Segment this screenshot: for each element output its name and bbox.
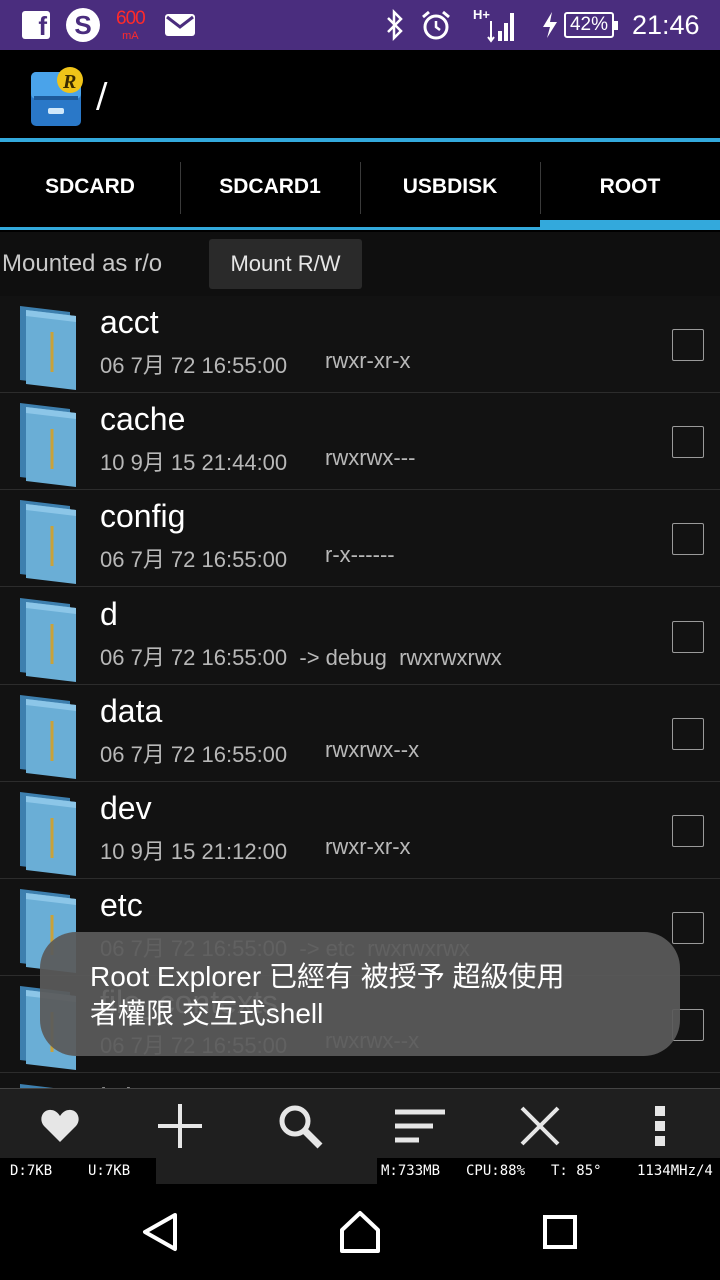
current-unit: mA [122,30,139,42]
file-date-text: 06 7月 72 16:55:00 [100,547,288,573]
file-select-checkbox[interactable] [672,620,704,653]
signal-icon: H+ [472,0,516,50]
search-icon[interactable] [260,1095,340,1157]
file-permissions: rwxr-xr-x [325,834,411,859]
file-name: cache [100,401,186,438]
toast-line-2: 者權限 交互式shell [90,998,324,1029]
file-select-checkbox[interactable] [672,912,704,945]
file-select-checkbox[interactable] [672,717,704,750]
memory-stat: M:733MB [381,1163,441,1179]
file-row[interactable]: acct 06 7月 72 16:55:00 rwxr-xr-x [0,296,720,393]
file-perm-spacer [387,645,399,670]
back-icon[interactable] [120,1206,200,1258]
charging-icon [540,0,560,50]
frequency-stat: 1134MHz/4 [637,1163,713,1179]
app-toolbar: R / [0,50,720,142]
close-icon[interactable] [500,1095,580,1157]
folder-icon [20,403,76,488]
download-stat: D:7KB [10,1163,53,1179]
file-row[interactable]: cache 10 9月 15 21:44:00 rwxrwx--- [0,393,720,491]
tab-sdcard[interactable]: SDCARD [0,146,180,227]
network-type-label: H+ [473,7,490,22]
file-date: 06 7月 72 16:55:00 [100,737,287,769]
file-permissions: rwxrwx--x [325,736,420,762]
file-name: dev [100,790,152,826]
file-date: 10 9月 15 21:12:00 [100,834,287,866]
file-name: acct [100,304,159,340]
app-icon-letter: R [62,71,76,93]
file-select-checkbox[interactable] [672,815,704,847]
folder-icon [20,792,76,876]
file-select-checkbox[interactable] [672,329,704,361]
storage-tabs: SDCARD SDCARD1 USBDISK ROOT [0,146,720,230]
file-link-target: -> debug [299,644,387,670]
file-row[interactable]: d 06 7月 72 16:55:00 -> debug rwxrwxrwx [0,588,720,685]
tab-usbdisk[interactable]: USBDISK [360,146,540,227]
file-date: 10 9月 15 21:44:00 [100,445,287,477]
root-explorer-app-icon[interactable]: R [28,66,84,128]
folder-icon [20,1083,57,1088]
file-date: 06 7月 72 16:55:00 [100,348,287,380]
file-date-text: 10 9月 15 21:12:00 [100,839,288,864]
file-name: config [100,498,186,535]
upload-stat: U:7KB [88,1163,131,1179]
file-date-text: 06 7月 72 16:55:00 [100,353,288,378]
root-granted-toast: Root Explorer 已經有 被授予 超級使用 者權限 交互式shell [40,932,680,1056]
file-row[interactable]: data 06 7月 72 16:55:00 rwxrwx--x [0,685,720,782]
file-permissions: rwxr-xr-x [325,348,411,373]
alarm-icon [420,0,452,50]
file-select-checkbox[interactable] [672,523,704,556]
file-permissions: rwxrwxrwx [399,644,502,670]
file-date: 06 7月 72 16:55:00 [100,542,287,574]
mount-status: Mounted as r/o [2,250,163,277]
temperature-stat: T: 85° [551,1163,602,1179]
system-stats: M:733MB CPU:88% T: 85° 1134MHz/4 [377,1158,720,1184]
file-select-checkbox[interactable] [672,426,704,459]
navigation-bar [0,1184,720,1280]
sort-icon[interactable] [380,1095,460,1157]
current-indicator: 600 mA [116,0,146,50]
mail-icon [164,0,196,50]
status-bar: f S 600 mA H+ 42% 21:46 [0,0,720,50]
file-date-text: 06 7月 72 16:55:00 [100,644,288,670]
file-date: 06 7月 72 16:55:00 -> debug rwxrwxrwx [100,640,502,672]
folder-icon [20,694,76,779]
network-stats: D:7KB U:7KB [0,1158,156,1184]
folder-icon [20,597,76,682]
file-row[interactable]: dev 10 9月 15 21:12:00 rwxr-xr-x [0,782,720,879]
current-path: / [96,76,108,116]
toast-line-1: Root Explorer 已經有 被授予 超級使用 [90,961,565,992]
file-name: etc [100,887,143,924]
tab-sdcard1[interactable]: SDCARD1 [180,146,360,227]
bluetooth-icon [384,0,406,50]
file-date-text: 10 9月 15 21:44:00 [100,450,288,476]
home-icon[interactable] [320,1206,400,1258]
file-row[interactable]: init.rc [0,1074,720,1088]
add-icon[interactable] [140,1095,220,1157]
skype-icon: S [66,0,100,50]
file-name: data [100,692,163,729]
clock: 21:46 [632,9,700,40]
file-date-text: 06 7月 72 16:55:00 [100,741,288,767]
file-link-spacer [287,645,299,670]
facebook-icon: f [22,0,50,50]
file-row[interactable]: config 06 7月 72 16:55:00 r-x------ [0,490,720,588]
battery-percent: 42% [564,12,618,38]
more-icon[interactable] [620,1095,700,1157]
folder-icon [20,306,76,390]
file-permissions: rwxrwx--- [325,445,416,471]
file-name: d [100,595,118,632]
battery-icon: 42% [564,0,618,50]
current-value: 600 [116,8,146,29]
mount-bar: Mounted as r/o Mount R/W [0,232,720,296]
favorite-icon[interactable] [20,1095,100,1157]
recents-icon[interactable] [520,1206,600,1258]
mount-rw-button[interactable]: Mount R/W [209,239,362,289]
folder-icon [20,500,76,585]
file-permissions: r-x------ [325,542,395,568]
tab-root[interactable]: ROOT [540,146,720,230]
cpu-stat: CPU:88% [466,1163,526,1179]
